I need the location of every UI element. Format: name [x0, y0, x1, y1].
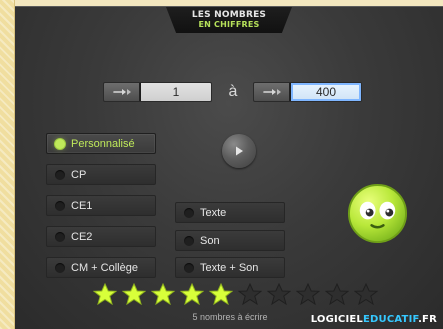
mode-texte[interactable]: Texte: [175, 202, 285, 223]
star-5: [209, 283, 233, 305]
smiley-mascot: [346, 182, 409, 245]
star-icon: [354, 283, 378, 305]
logo-part-2: EDUCATIF: [363, 314, 419, 325]
star-8: [296, 283, 320, 305]
star-1: [93, 283, 117, 305]
star-icon: [151, 283, 175, 305]
title-tab: LES NOMBRES EN CHIFFRES: [166, 7, 292, 33]
mode-son[interactable]: Son: [175, 230, 285, 251]
star-icon: [238, 283, 262, 305]
star-2: [122, 283, 146, 305]
progress-stars: [93, 283, 378, 305]
title-line-2: EN CHIFFRES: [198, 20, 260, 29]
star-6: [238, 283, 262, 305]
option-label: Personnalisé: [71, 137, 135, 150]
radio-indicator: [55, 169, 65, 180]
radio-indicator: [55, 231, 65, 242]
brand-logo: LOGICIELEDUCATIF.FR: [311, 315, 437, 325]
play-button[interactable]: [222, 134, 256, 168]
range-to-stepper-button[interactable]: [254, 83, 290, 101]
radio-indicator: [55, 262, 65, 273]
range-to-value[interactable]: 400: [291, 83, 361, 101]
radio-indicator: [184, 235, 194, 246]
stepper-arrow-icon: [262, 89, 281, 95]
option-label: CE1: [71, 199, 93, 212]
logo-part-1: LOGICIEL: [310, 314, 363, 325]
numbers-to-write-caption: 5 nombres à écrire: [192, 312, 268, 322]
option-label: CM + Collège: [71, 261, 138, 274]
option-cp[interactable]: CP: [46, 164, 156, 185]
star-icon: [325, 283, 349, 305]
star-icon: [122, 283, 146, 305]
star-icon: [93, 283, 117, 305]
logo-part-3: .FR: [418, 314, 437, 325]
option-ce1[interactable]: CE1: [46, 195, 156, 216]
range-from-stepper-button[interactable]: [104, 83, 140, 101]
range-from-control: 1: [103, 82, 212, 102]
play-icon: [236, 146, 243, 156]
radio-indicator: [55, 138, 65, 149]
option-label: Texte + Son: [200, 261, 259, 274]
range-separator: à: [228, 83, 238, 100]
smiley-face-icon: [347, 183, 408, 244]
star-icon: [209, 283, 233, 305]
star-10: [354, 283, 378, 305]
star-3: [151, 283, 175, 305]
radio-indicator: [184, 262, 194, 273]
star-4: [180, 283, 204, 305]
game-panel: LES NOMBRES EN CHIFFRES 1 à 400 Personna…: [15, 6, 443, 329]
star-7: [267, 283, 291, 305]
star-icon: [180, 283, 204, 305]
option-personnalise[interactable]: Personnalisé: [46, 133, 156, 154]
mode-texte-son[interactable]: Texte + Son: [175, 257, 285, 278]
app-frame: LES NOMBRES EN CHIFFRES 1 à 400 Personna…: [0, 0, 443, 329]
radio-indicator: [184, 207, 194, 218]
radio-indicator: [55, 200, 65, 211]
option-cm-college[interactable]: CM + Collège: [46, 257, 156, 278]
option-label: Texte: [200, 206, 227, 219]
option-label: Son: [200, 234, 220, 247]
range-to-control: 400: [253, 82, 362, 102]
title-line-1: LES NOMBRES: [191, 10, 267, 20]
star-icon: [267, 283, 291, 305]
stepper-arrow-icon: [112, 89, 131, 95]
option-label: CE2: [71, 230, 93, 243]
range-from-value[interactable]: 1: [141, 83, 211, 101]
option-ce2[interactable]: CE2: [46, 226, 156, 247]
star-9: [325, 283, 349, 305]
star-icon: [296, 283, 320, 305]
left-decoration-strip: [0, 0, 15, 329]
option-label: CP: [71, 168, 87, 181]
